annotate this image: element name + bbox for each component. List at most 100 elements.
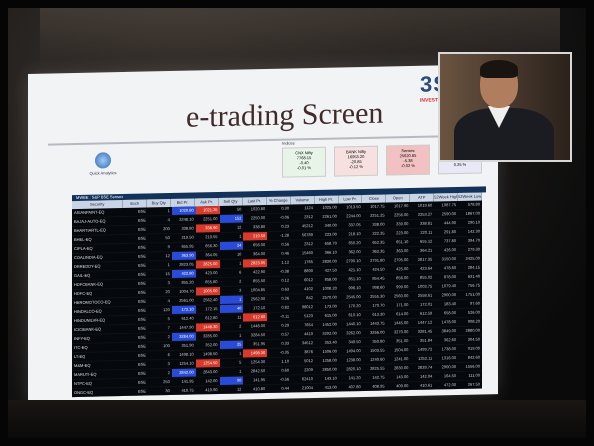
table-cell: 1087.75 <box>441 202 457 208</box>
table-cell: 1 <box>239 233 242 239</box>
table-cell: 98012 <box>301 304 313 310</box>
security-symbol: BHARTIARTL-EQ <box>74 227 106 234</box>
table-body: ASIANPAINT-EQ BSE 1 1020.80 1021.35 50 1020.80… <box>72 200 482 398</box>
table-cell: 5 <box>239 359 242 365</box>
security-symbol: HINDALCO-EQ <box>74 308 102 315</box>
table-cell: 0.33 <box>281 340 290 346</box>
table-cell: 0.44 <box>281 385 290 391</box>
table-cell: 1751.00 <box>465 291 480 297</box>
table-cell: 655.12 <box>420 238 433 244</box>
table-cell: 164.50 <box>443 373 457 379</box>
quick-analytics-badge[interactable]: Quick Analytics <box>80 152 126 183</box>
table-cell: 351.84 <box>420 337 433 343</box>
table-cell: 656.00 <box>253 242 266 248</box>
table-cell: 2244.00 <box>346 213 361 219</box>
table-cell: 855.20 <box>181 279 194 285</box>
table-cell: 2570.00 <box>322 294 337 300</box>
table-cell: 1448.00 <box>250 323 266 329</box>
security-symbol: BAJAJ-AUTO-EQ <box>74 218 106 225</box>
table-cell: 2562.00 <box>250 296 266 302</box>
table-cell: 223.00 <box>324 231 337 237</box>
table-cell: 658.70 <box>324 240 337 246</box>
index-ticker[interactable]: Sensex 25620.65 -5.38 -0.02 % <box>386 144 430 176</box>
table-cell: 878.00 <box>443 274 457 280</box>
table-cell: 426.00 <box>443 247 457 253</box>
table-cell: 338.80 <box>253 224 266 230</box>
table-cell: 6 <box>167 352 170 358</box>
table-cell: 1443.75 <box>370 320 385 326</box>
table-cell: BSE <box>137 253 146 259</box>
table-cell: 90 <box>219 376 244 385</box>
table-cell: 2261.00 <box>322 213 337 219</box>
table-cell: 2 <box>167 370 170 376</box>
table-cell: 34512 <box>301 340 313 346</box>
table-cell: 3292.00 <box>322 330 337 336</box>
table-cell: 2561.00 <box>179 297 194 303</box>
table-cell: 3285.00 <box>203 333 218 339</box>
index-ticker[interactable]: CNX Nifty 7768.15 -0.40 -0.01 % <box>282 146 326 178</box>
table-cell: 2900.00 <box>441 292 457 298</box>
table-cell: 2562.40 <box>203 297 218 303</box>
table-cell: 1014.90 <box>195 394 220 398</box>
table-cell: 1017.75 <box>370 203 385 209</box>
table-cell: 364.21 <box>420 247 433 253</box>
table-cell: 2823.05 <box>179 261 194 267</box>
table-cell: 4 <box>167 298 170 304</box>
table-cell: 1498.30 <box>243 348 268 358</box>
table-cell: 267.50 <box>467 381 480 387</box>
table-cell: 650.20 <box>348 240 361 246</box>
table-cell: 218.10 <box>348 231 361 237</box>
table-cell: 0.57 <box>281 331 290 337</box>
table-cell: 100 <box>163 343 170 349</box>
table-cell: 2248.10 <box>179 216 194 222</box>
table-cell: BSE <box>124 396 148 397</box>
table-cell: 2590.00 <box>441 211 457 217</box>
table-cell: 1005.00 <box>195 286 220 296</box>
table-cell: 1011.10 <box>346 393 361 398</box>
ticker-pct: -0.01 % <box>297 165 311 171</box>
index-ticker[interactable]: BANK Nifty 16953.20 -20.85 -0.12 % <box>334 145 378 177</box>
table-cell: 3262.00 <box>346 330 361 336</box>
table-cell: 56789 <box>301 232 313 238</box>
table-cell: 183.40 <box>443 301 457 307</box>
table-cell: 351.95 <box>253 341 266 347</box>
table-cell: 0.30 <box>281 205 290 211</box>
table-cell: BSE <box>137 298 146 304</box>
table-cell: 2880.00 <box>465 327 480 333</box>
table-cell: BSE <box>137 343 146 349</box>
security-symbol: HDFCBANK-EQ <box>74 281 104 288</box>
table-cell: 170.70 <box>372 302 385 308</box>
table-cell: 1447.12 <box>417 319 433 325</box>
table-cell: 658.00 <box>443 310 457 316</box>
table-cell: 2843.00 <box>203 369 218 375</box>
table-cell: 610.10 <box>348 312 361 318</box>
table-cell: 0.26 <box>281 295 290 301</box>
table-cell: 2312 <box>304 214 313 220</box>
table-cell: 421.10 <box>348 267 361 273</box>
table-cell: 5012 <box>304 358 313 364</box>
table-cell: 856.00 <box>396 275 409 281</box>
table-cell: 4102 <box>304 286 313 292</box>
table-cell: 2558.61 <box>417 292 433 298</box>
page-dot <box>214 438 218 442</box>
table-cell: 5123 <box>304 313 313 319</box>
table-cell: -0.38 <box>279 268 290 274</box>
table-cell: -0.35 <box>279 349 290 355</box>
table-cell: 6012 <box>304 277 313 283</box>
table-cell: BSE <box>137 307 146 313</box>
table-cell: 1504.00 <box>393 347 409 353</box>
security-symbol: BHEL-EQ <box>74 236 92 243</box>
table-cell: 1556.00 <box>465 363 480 369</box>
table-cell: 0.46 <box>281 250 290 256</box>
table-cell: 2 <box>239 278 242 284</box>
table-cell: BSE <box>137 352 146 358</box>
table-cell: 409.00 <box>396 383 409 389</box>
table-cell: 7 <box>167 325 170 331</box>
table-cell: 472.00 <box>443 382 457 388</box>
table-cell: -0.11 <box>280 313 290 319</box>
table-cell: 1506.00 <box>322 348 337 354</box>
table-cell: 12 <box>236 224 242 230</box>
table-cell: 1316.00 <box>441 355 457 361</box>
table-cell: 2795.00 <box>393 257 409 263</box>
security-symbol: INFY-EQ <box>74 335 90 342</box>
